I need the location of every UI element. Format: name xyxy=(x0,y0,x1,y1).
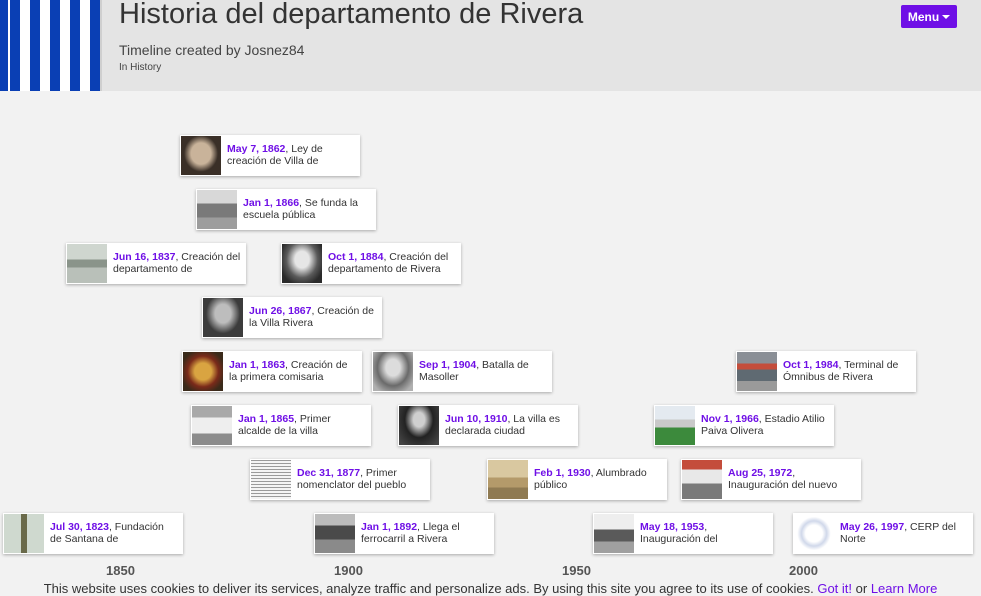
timeline-event[interactable]: Jun 16, 1837, Creación del departamento … xyxy=(66,243,246,284)
building-thumbnail xyxy=(197,190,237,229)
event-date[interactable]: Jan 1, 1863 xyxy=(229,359,285,371)
timeline-event[interactable]: Jan 1, 1863, Creación de la primera comi… xyxy=(182,351,362,392)
event-date[interactable]: Jan 1, 1865 xyxy=(238,413,294,425)
event-date[interactable]: Nov 1, 1966 xyxy=(701,413,759,425)
timeline-event[interactable]: Jun 26, 1867, Creación de la Villa River… xyxy=(202,297,382,338)
timeline-event[interactable]: Dec 31, 1877, Primer nomenclator del pue… xyxy=(250,459,430,500)
event-date[interactable]: Jul 30, 1823 xyxy=(50,521,109,533)
monument-thumbnail xyxy=(4,514,44,553)
timeline-event[interactable]: Feb 1, 1930, Alumbrado público xyxy=(487,459,667,500)
event-date[interactable]: Feb 1, 1930 xyxy=(534,467,591,479)
timeline-event[interactable]: Jun 10, 1910, La villa es declarada ciud… xyxy=(398,405,578,446)
creator-line: Timeline created by Josnez84 xyxy=(119,42,305,58)
event-date[interactable]: Aug 25, 1972 xyxy=(728,467,792,479)
portrait-thumbnail xyxy=(399,406,439,445)
timeline-event[interactable]: Aug 25, 1972, Inauguración del nuevo xyxy=(681,459,861,500)
timeline-event[interactable]: Jan 1, 1866, Se funda la escuela pública xyxy=(196,189,376,230)
event-date[interactable]: Jun 16, 1837 xyxy=(113,251,175,263)
portrait-thumbnail xyxy=(203,298,243,337)
timeline-event[interactable]: Nov 1, 1966, Estadio Atilio Paiva Oliver… xyxy=(654,405,834,446)
portrait-thumbnail xyxy=(373,352,413,391)
event-date[interactable]: Oct 1, 1984 xyxy=(783,359,838,371)
timeline-event[interactable]: Oct 1, 1884, Creación del departamento d… xyxy=(281,243,461,284)
building-thumbnail xyxy=(682,460,722,499)
page-title: Historia del departamento de Rivera xyxy=(119,0,584,30)
timeline-event[interactable]: May 26, 1997, CERP del Norte xyxy=(793,513,973,554)
emblem-thumbnail xyxy=(183,352,223,391)
event-date[interactable]: Oct 1, 1884 xyxy=(328,251,383,263)
portrait-thumbnail xyxy=(181,136,221,175)
axis-label-2000: 2000 xyxy=(789,563,818,578)
event-date[interactable]: Jan 1, 1892 xyxy=(361,521,417,533)
street-thumbnail xyxy=(488,460,528,499)
axis-label-1850: 1850 xyxy=(106,563,135,578)
timeline-header: Historia del departamento de Rivera Time… xyxy=(0,0,981,91)
event-date[interactable]: Jan 1, 1866 xyxy=(243,197,299,209)
timeline-event[interactable]: Jan 1, 1892, Llega el ferrocarril a Rive… xyxy=(314,513,494,554)
landscape-thumbnail xyxy=(67,244,107,283)
street-thumbnail xyxy=(737,352,777,391)
train-thumbnail xyxy=(315,514,355,553)
event-date[interactable]: Sep 1, 1904 xyxy=(419,359,476,371)
stadium-thumbnail xyxy=(655,406,695,445)
timeline-event[interactable]: Sep 1, 1904, Batalla de Masoller xyxy=(372,351,552,392)
event-date[interactable]: May 18, 1953 xyxy=(640,521,704,533)
document-thumbnail xyxy=(251,460,291,499)
timeline-event[interactable]: Jan 1, 1865, Primer alcalde de la villa xyxy=(191,405,371,446)
portrait-thumbnail xyxy=(282,244,322,283)
timeline-event[interactable]: May 7, 1862, Ley de creación de Villa de xyxy=(180,135,360,176)
flag-image xyxy=(0,0,102,91)
menu-button[interactable]: Menu xyxy=(901,5,957,28)
flag-edge xyxy=(0,0,8,91)
building-thumbnail xyxy=(594,514,634,553)
timeline-event[interactable]: May 18, 1953, Inauguración del xyxy=(593,513,773,554)
axis-label-1900: 1900 xyxy=(334,563,363,578)
category-link[interactable]: In History xyxy=(119,62,161,73)
building-thumbnail xyxy=(192,406,232,445)
caret-down-icon xyxy=(942,14,951,19)
event-date[interactable]: Jun 26, 1867 xyxy=(249,305,311,317)
event-date[interactable]: May 7, 1862 xyxy=(227,143,285,155)
logo-thumbnail xyxy=(794,514,834,553)
timeline-event[interactable]: Oct 1, 1984, Terminal de Ómnibus de Rive… xyxy=(736,351,916,392)
menu-label: Menu xyxy=(907,9,940,24)
timeline-event[interactable]: Jul 30, 1823, Fundación de Santana de xyxy=(3,513,183,554)
event-date[interactable]: Jun 10, 1910 xyxy=(445,413,507,425)
axis-label-1950: 1950 xyxy=(562,563,591,578)
event-date[interactable]: Dec 31, 1877 xyxy=(297,467,360,479)
event-date[interactable]: May 26, 1997 xyxy=(840,521,904,533)
